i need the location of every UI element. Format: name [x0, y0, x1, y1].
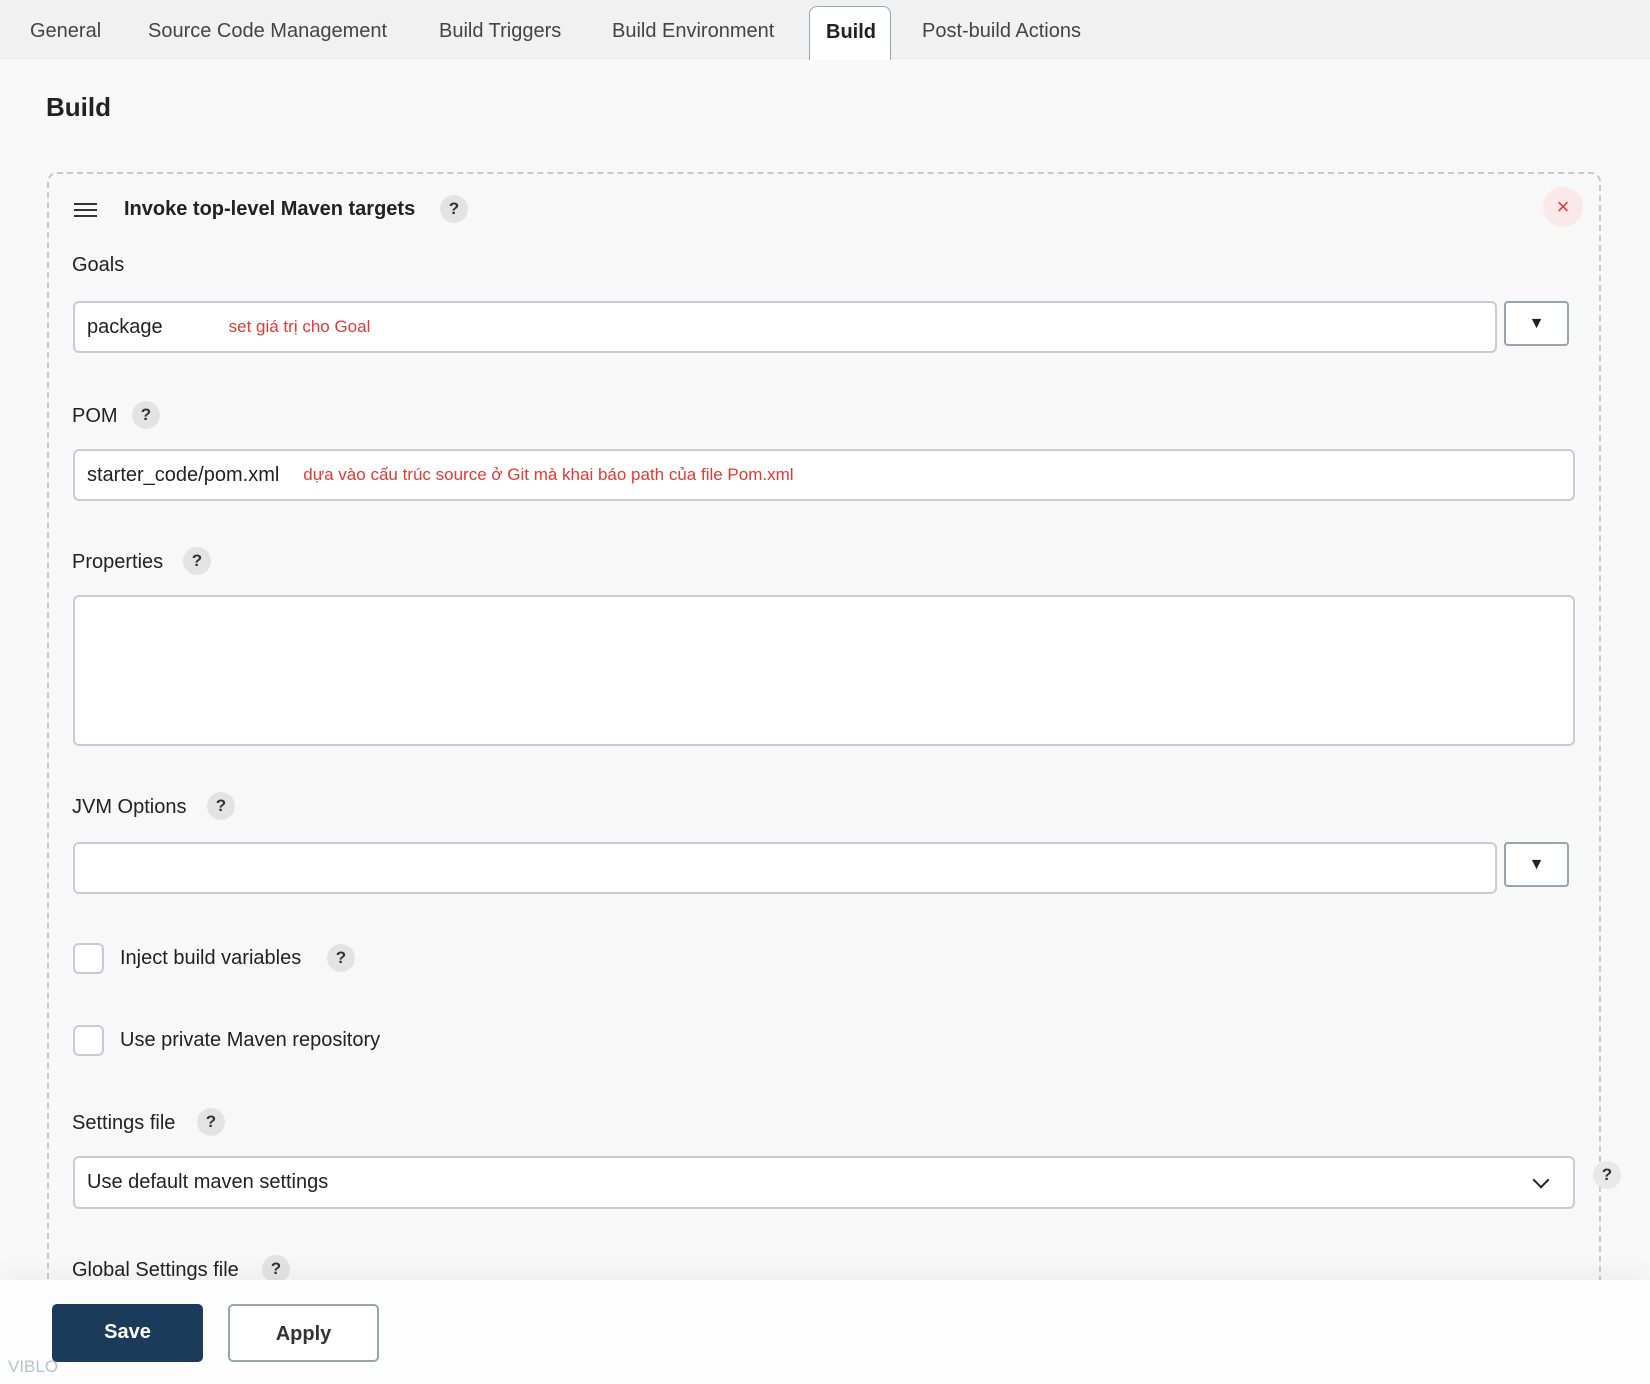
- inject-build-variables-label: Inject build variables: [120, 947, 302, 969]
- tab-build-environment[interactable]: Build Environment: [612, 20, 774, 43]
- step-title: Invoke top-level Maven targets: [124, 198, 416, 220]
- jvm-options-label: JVM Options: [72, 796, 187, 818]
- tab-post-build-actions[interactable]: Post-build Actions: [922, 20, 1081, 43]
- tab-build-triggers[interactable]: Build Triggers: [439, 20, 561, 43]
- properties-textarea[interactable]: [73, 595, 1575, 746]
- section-title: Build: [46, 92, 111, 122]
- pom-annotation: dựa vào cấu trúc source ở Git mà khai bá…: [303, 465, 794, 484]
- goals-input[interactable]: package set giá trị cho Goal: [73, 301, 1497, 353]
- help-icon[interactable]: ?: [207, 792, 235, 820]
- goals-label: Goals: [72, 254, 125, 276]
- help-icon[interactable]: ?: [440, 195, 468, 223]
- tab-build[interactable]: Build: [809, 6, 891, 60]
- settings-file-select[interactable]: Use default maven settings: [73, 1156, 1575, 1209]
- inject-build-variables-checkbox[interactable]: [73, 943, 104, 974]
- private-maven-repo-label: Use private Maven repository: [120, 1029, 381, 1051]
- drag-handle-icon[interactable]: [74, 203, 97, 217]
- tab-general[interactable]: General: [30, 20, 101, 43]
- pom-input[interactable]: starter_code/pom.xml dựa vào cấu trúc so…: [73, 449, 1575, 501]
- settings-file-label: Settings file: [72, 1112, 176, 1134]
- goals-dropdown-button[interactable]: ▼: [1504, 301, 1569, 346]
- tab-bar: General Source Code Management Build Tri…: [0, 0, 1650, 60]
- goals-annotation: set giá trị cho Goal: [228, 317, 371, 336]
- global-settings-file-label: Global Settings file: [72, 1259, 239, 1281]
- jvm-options-dropdown-button[interactable]: ▼: [1504, 842, 1569, 887]
- watermark: VIBLO: [8, 1357, 59, 1376]
- help-icon[interactable]: ?: [327, 944, 355, 972]
- form-footer: Save Apply VIBLO: [0, 1280, 1650, 1384]
- delete-step-close-icon[interactable]: ×: [1543, 187, 1583, 227]
- help-icon[interactable]: ?: [132, 401, 160, 429]
- help-icon[interactable]: ?: [183, 547, 211, 575]
- help-icon[interactable]: ?: [197, 1108, 225, 1136]
- apply-button[interactable]: Apply: [228, 1304, 379, 1362]
- properties-label: Properties: [72, 551, 164, 573]
- tab-source-code-management[interactable]: Source Code Management: [148, 20, 387, 43]
- pom-label: POM: [72, 405, 118, 427]
- goals-value: package: [87, 315, 163, 338]
- chevron-down-icon: [1532, 1171, 1550, 1188]
- jvm-options-input[interactable]: [73, 842, 1497, 894]
- help-icon[interactable]: ?: [1593, 1161, 1621, 1189]
- settings-file-value: Use default maven settings: [87, 1171, 329, 1193]
- save-button[interactable]: Save: [52, 1304, 203, 1362]
- private-maven-repo-checkbox[interactable]: [73, 1025, 104, 1056]
- help-icon[interactable]: ?: [262, 1255, 290, 1283]
- pom-value: starter_code/pom.xml: [87, 463, 280, 486]
